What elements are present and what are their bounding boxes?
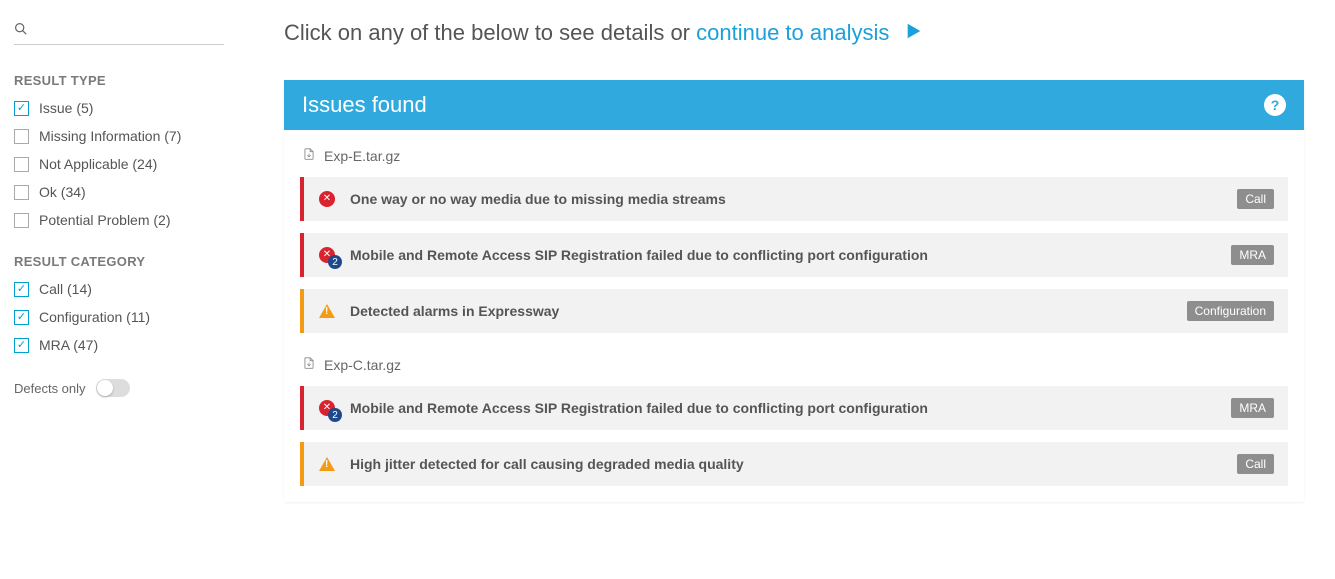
file-icon <box>302 355 316 374</box>
filter-label: Ok (34) <box>39 184 86 200</box>
sidebar: RESULT TYPE ✓ Issue (5) Missing Informatio… <box>14 20 224 502</box>
defects-only-row: Defects only <box>14 379 224 397</box>
search-input[interactable] <box>14 20 224 40</box>
issue-row[interactable]: High jitter detected for call causing de… <box>300 442 1288 486</box>
result-type-item[interactable]: Potential Problem (2) <box>14 212 224 228</box>
result-type-item[interactable]: Missing Information (7) <box>14 128 224 144</box>
issue-count-badge: 2 <box>328 408 342 422</box>
error-icon: ✕2 <box>316 247 338 263</box>
continue-to-analysis-link[interactable]: continue to analysis <box>696 20 889 45</box>
defects-only-label: Defects only <box>14 381 86 396</box>
category-tag: Call <box>1237 189 1274 209</box>
result-type-list: ✓ Issue (5) Missing Information (7) Not App… <box>14 100 224 228</box>
result-category-item[interactable]: ✓ Configuration (11) <box>14 309 224 325</box>
filter-label: Not Applicable (24) <box>39 156 157 172</box>
checkbox-icon: ✓ <box>14 101 29 116</box>
result-type-heading: RESULT TYPE <box>14 73 224 88</box>
filter-label: Missing Information (7) <box>39 128 181 144</box>
issue-title: Detected alarms in Expressway <box>350 303 1187 319</box>
result-type-item[interactable]: Ok (34) <box>14 184 224 200</box>
issue-group: Exp-E.tar.gz ✕ One way or no way media due… <box>300 146 1288 333</box>
issues-panel-title: Issues found <box>302 92 427 118</box>
error-icon: ✕2 <box>316 400 338 416</box>
issues-panel-body: Exp-E.tar.gz ✕ One way or no way media due… <box>284 130 1304 502</box>
play-icon[interactable] <box>905 20 923 46</box>
help-icon[interactable]: ? <box>1264 94 1286 116</box>
checkbox-icon <box>14 213 29 228</box>
checkbox-icon <box>14 185 29 200</box>
issue-count-badge: 2 <box>328 255 342 269</box>
error-icon: ✕ <box>316 191 338 207</box>
checkbox-icon: ✓ <box>14 338 29 353</box>
issue-title: Mobile and Remote Access SIP Registratio… <box>350 247 1231 263</box>
checkbox-icon: ✓ <box>14 282 29 297</box>
category-tag: Call <box>1237 454 1274 474</box>
checkbox-icon <box>14 129 29 144</box>
group-file-row: Exp-E.tar.gz <box>302 146 1288 165</box>
intro-text: Click on any of the below to see details… <box>284 20 1304 46</box>
issue-group: Exp-C.tar.gz ✕2 Mobile and Remote Access S… <box>300 355 1288 486</box>
warning-icon <box>316 304 338 318</box>
warning-icon <box>316 457 338 471</box>
result-category-item[interactable]: ✓ MRA (47) <box>14 337 224 353</box>
toggle-knob <box>97 380 113 396</box>
issue-title: One way or no way media due to missing m… <box>350 191 1237 207</box>
issues-panel-header: Issues found ? <box>284 80 1304 130</box>
issue-row[interactable]: ✕2 Mobile and Remote Access SIP Registrat… <box>300 386 1288 430</box>
issue-row[interactable]: Detected alarms in ExpresswayConfigurati… <box>300 289 1288 333</box>
category-tag: Configuration <box>1187 301 1274 321</box>
issue-row[interactable]: ✕ One way or no way media due to missing … <box>300 177 1288 221</box>
checkbox-icon: ✓ <box>14 310 29 325</box>
triangle-icon <box>319 457 335 471</box>
triangle-icon <box>319 304 335 318</box>
category-tag: MRA <box>1231 398 1274 418</box>
filter-label: Potential Problem (2) <box>39 212 171 228</box>
intro-prefix: Click on any of the below to see details… <box>284 20 696 45</box>
filter-label: Issue (5) <box>39 100 93 116</box>
search-icon <box>14 22 27 38</box>
defects-only-toggle[interactable] <box>96 379 130 397</box>
issue-title: Mobile and Remote Access SIP Registratio… <box>350 400 1231 416</box>
issues-panel: Issues found ? Exp-E.tar.gz ✕ One way or n… <box>284 80 1304 502</box>
result-category-heading: RESULT CATEGORY <box>14 254 224 269</box>
main-content: Click on any of the below to see details… <box>284 20 1304 502</box>
category-tag: MRA <box>1231 245 1274 265</box>
result-type-item[interactable]: Not Applicable (24) <box>14 156 224 172</box>
filter-label: Call (14) <box>39 281 92 297</box>
search-field-wrap <box>14 20 224 45</box>
group-file-row: Exp-C.tar.gz <box>302 355 1288 374</box>
group-file-name: Exp-C.tar.gz <box>324 357 401 373</box>
result-type-item[interactable]: ✓ Issue (5) <box>14 100 224 116</box>
group-file-name: Exp-E.tar.gz <box>324 148 400 164</box>
x-icon: ✕ <box>319 191 335 207</box>
file-icon <box>302 146 316 165</box>
issue-row[interactable]: ✕2 Mobile and Remote Access SIP Registrat… <box>300 233 1288 277</box>
issue-title: High jitter detected for call causing de… <box>350 456 1237 472</box>
checkbox-icon <box>14 157 29 172</box>
filter-label: Configuration (11) <box>39 309 150 325</box>
filter-label: MRA (47) <box>39 337 98 353</box>
result-category-list: ✓ Call (14) ✓ Configuration (11) ✓ MRA (47) <box>14 281 224 353</box>
result-category-item[interactable]: ✓ Call (14) <box>14 281 224 297</box>
